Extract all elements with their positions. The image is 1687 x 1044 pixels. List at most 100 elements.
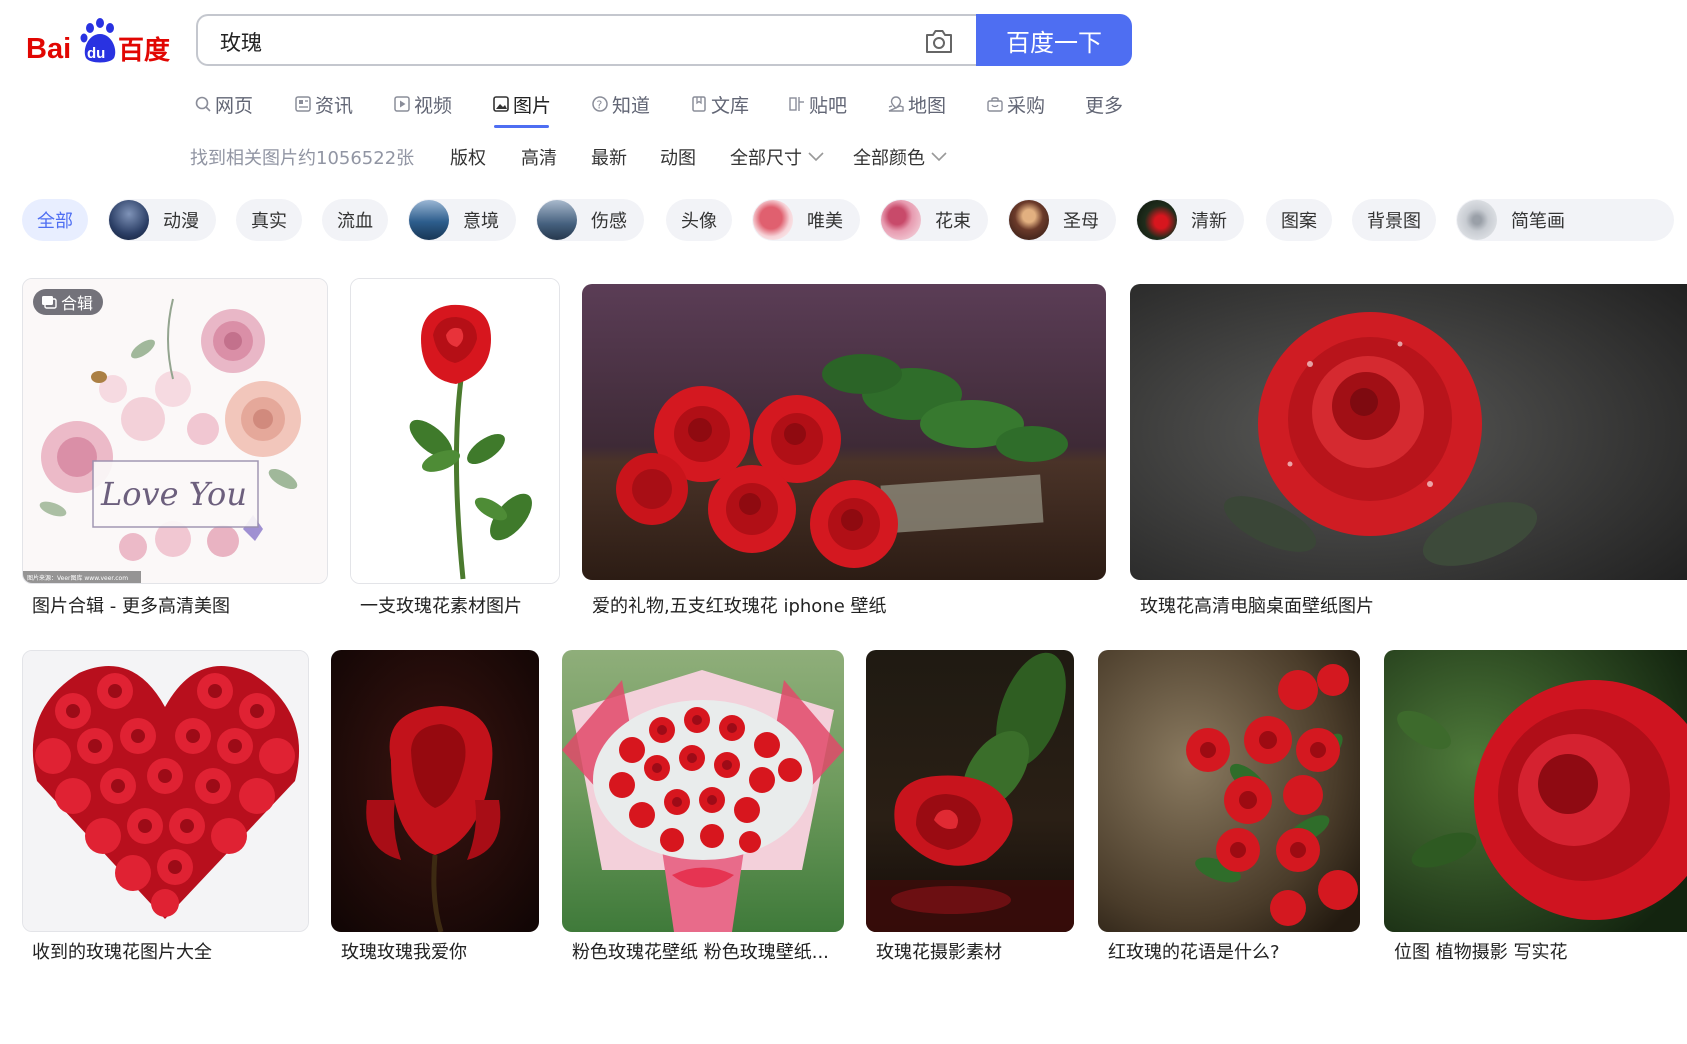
chip-anime[interactable]: 动漫: [108, 199, 216, 241]
tab-more[interactable]: 更多: [1085, 86, 1123, 122]
chip-label: 圣母: [1063, 211, 1099, 232]
chip-bouquet[interactable]: 花束: [880, 199, 988, 241]
chip-realistic[interactable]: 真实: [236, 199, 302, 241]
chip-all[interactable]: 全部: [22, 199, 88, 241]
logo-text-du: du: [87, 45, 105, 62]
tab-web[interactable]: 网页: [194, 86, 253, 122]
tab-label: 文库: [711, 94, 750, 117]
love-you-floral-image: Love You 图片来源：Veer图库 www.veer.com: [23, 279, 327, 583]
dewy-rose-image: [1130, 284, 1687, 580]
image-card[interactable]: 位图 植物摄影 写实花: [1384, 650, 1687, 1044]
chip-pattern[interactable]: 图案: [1266, 199, 1332, 241]
pink-bouquet-image: [562, 650, 844, 932]
chip-label: 全部: [37, 211, 73, 232]
image-thumbnail[interactable]: [1098, 650, 1360, 932]
search-button[interactable]: 百度一下: [976, 14, 1132, 66]
tab-news[interactable]: 资讯: [294, 86, 353, 122]
chip-label: 动漫: [163, 211, 199, 232]
filter-copyright[interactable]: 版权: [450, 144, 486, 170]
image-caption[interactable]: 玫瑰玫瑰我爱你: [341, 938, 467, 964]
baidu-logo[interactable]: Bai du 百度: [26, 16, 176, 68]
image-thumbnail[interactable]: [1384, 650, 1687, 932]
result-count: 找到相关图片约1056522张: [190, 148, 415, 169]
image-caption[interactable]: 一支玫瑰花素材图片: [360, 592, 522, 618]
chip-fresh[interactable]: 清新: [1136, 199, 1244, 241]
tab-tieba[interactable]: 贴吧: [788, 86, 847, 122]
chip-thumbnail: [753, 200, 793, 240]
image-card[interactable]: 爱的礼物,五支红玫瑰花 iphone 壁纸: [582, 284, 1106, 618]
image-thumbnail[interactable]: Love You 图片来源：Veer图库 www.veer.com 合辑: [22, 278, 328, 584]
dark-rose-image: [331, 650, 539, 932]
chip-label: 花束: [935, 211, 971, 232]
tieba-icon: [789, 97, 804, 111]
image-card[interactable]: 玫瑰玫瑰我爱你: [331, 650, 539, 1044]
image-caption[interactable]: 收到的玫瑰花图片大全: [32, 938, 212, 964]
tab-label: 网页: [215, 94, 254, 117]
tab-video[interactable]: 视频: [393, 86, 452, 122]
five-roses-image: [582, 284, 1106, 580]
chip-mood[interactable]: 意境: [408, 199, 516, 241]
filter-size-label: 全部尺寸: [730, 148, 802, 169]
image-thumbnail[interactable]: [331, 650, 539, 932]
image-card[interactable]: 粉色玫瑰花壁纸 粉色玫瑰壁纸...: [562, 650, 844, 1044]
tab-label: 视频: [414, 94, 453, 117]
chip-avatar[interactable]: 头像: [666, 199, 732, 241]
chip-sketch[interactable]: 简笔画: [1456, 199, 1674, 241]
image-thumbnail[interactable]: [582, 284, 1106, 580]
tab-label: 知道: [612, 94, 651, 117]
image-thumbnail[interactable]: [1130, 284, 1687, 580]
image-card[interactable]: 红玫瑰的花语是什么?: [1098, 650, 1360, 1044]
chip-sad[interactable]: 伤感: [536, 199, 644, 241]
image-thumbnail[interactable]: [22, 650, 309, 932]
shopping-icon: [987, 97, 1003, 112]
image-card[interactable]: 收到的玫瑰花图片大全: [22, 650, 309, 1044]
search-input[interactable]: [218, 24, 902, 60]
news-icon: [295, 96, 311, 112]
image-caption[interactable]: 玫瑰花摄影素材: [876, 938, 1002, 964]
tab-purchase[interactable]: 采购: [986, 86, 1045, 122]
image-caption[interactable]: 玫瑰花高清电脑桌面壁纸图片: [1140, 592, 1374, 618]
tab-label: 地图: [908, 94, 947, 117]
image-caption[interactable]: 粉色玫瑰花壁纸 粉色玫瑰壁纸...: [572, 938, 829, 964]
svg-text:?: ?: [597, 99, 603, 112]
botanical-rose-image: [1384, 650, 1687, 932]
tab-wenku[interactable]: 文库: [690, 86, 749, 122]
single-rose-image: [351, 279, 559, 583]
video-icon: [394, 96, 410, 112]
image-thumbnail[interactable]: [866, 650, 1074, 932]
image-caption[interactable]: 红玫瑰的花语是什么?: [1108, 938, 1280, 964]
camera-icon[interactable]: [924, 28, 954, 54]
chip-label: 简笔画: [1511, 211, 1565, 232]
chip-background[interactable]: 背景图: [1352, 199, 1436, 241]
filter-latest[interactable]: 最新: [591, 144, 627, 170]
tab-images[interactable]: 图片: [492, 86, 552, 128]
chip-label: 意境: [463, 211, 499, 232]
image-card[interactable]: 玫瑰花高清电脑桌面壁纸图片: [1130, 284, 1687, 618]
tab-zhidao[interactable]: ? 知道: [591, 86, 650, 122]
image-thumbnail[interactable]: [562, 650, 844, 932]
tab-map[interactable]: 地图: [887, 86, 946, 122]
filter-size-dropdown[interactable]: 全部尺寸: [730, 144, 824, 170]
image-card[interactable]: 一支玫瑰花素材图片: [350, 278, 560, 618]
love-you-text: Love You: [100, 475, 247, 513]
filter-hd[interactable]: 高清: [521, 144, 557, 170]
tab-label: 图片: [513, 94, 552, 117]
chip-bleeding[interactable]: 流血: [322, 199, 388, 241]
image-caption[interactable]: 爱的礼物,五支红玫瑰花 iphone 壁纸: [592, 592, 887, 618]
chip-thumbnail: [537, 200, 577, 240]
image-caption[interactable]: 位图 植物摄影 写实花: [1394, 938, 1567, 964]
tab-label: 贴吧: [809, 94, 848, 117]
image-caption[interactable]: 图片合辑 - 更多高清美图: [32, 592, 230, 618]
chevron-down-icon: [931, 152, 947, 162]
image-card[interactable]: Love You 图片来源：Veer图库 www.veer.com 合辑 图片合…: [22, 278, 328, 618]
collection-icon: [42, 296, 57, 309]
image-card[interactable]: 玫瑰花摄影素材: [866, 650, 1074, 1044]
chip-beautiful[interactable]: 唯美: [752, 199, 860, 241]
chip-label: 头像: [681, 211, 717, 232]
chip-madonna[interactable]: 圣母: [1008, 199, 1116, 241]
filter-animated[interactable]: 动图: [660, 144, 696, 170]
filter-color-dropdown[interactable]: 全部颜色: [853, 144, 947, 170]
chip-thumbnail: [109, 200, 149, 240]
library-icon: [692, 96, 706, 112]
image-thumbnail[interactable]: [350, 278, 560, 584]
